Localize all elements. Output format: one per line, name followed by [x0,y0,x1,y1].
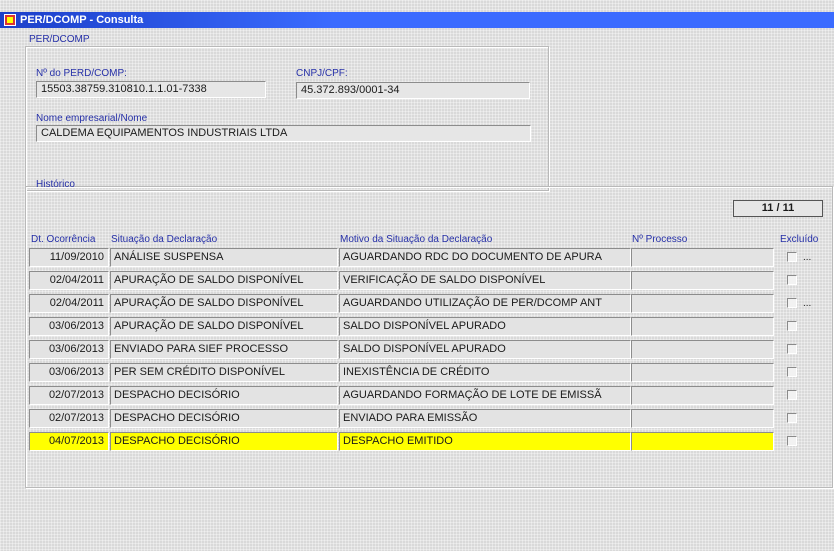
cell-processo[interactable] [631,409,774,428]
cell-situacao[interactable]: APURAÇÃO DE SALDO DISPONÍVEL [110,271,338,290]
cell-motivo[interactable]: AGUARDANDO RDC DO DOCUMENTO DE APURA [339,248,631,267]
cnpj-label: CNPJ/CPF: [296,68,348,79]
cell-motivo[interactable]: SALDO DISPONÍVEL APURADO [339,340,631,359]
cell-situacao[interactable]: APURAÇÃO DE SALDO DISPONÍVEL [110,294,338,313]
numero-field[interactable]: 15503.38759.310810.1.1.01-7338 [36,81,266,98]
nome-label: Nome empresarial/Nome [36,113,148,124]
cell-situacao[interactable]: DESPACHO DECISÓRIO [110,386,338,405]
excluido-checkbox[interactable] [787,413,797,423]
numero-label: Nº do PERD/COMP: [36,68,127,79]
cell-motivo[interactable]: DESPACHO EMITIDO [339,432,631,451]
cell-situacao[interactable]: ENVIADO PARA SIEF PROCESSO [110,340,338,359]
excluido-checkbox[interactable] [787,252,797,262]
cell-date[interactable]: 11/09/2010 [29,248,109,267]
nome-field[interactable]: CALDEMA EQUIPAMENTOS INDUSTRIAIS LTDA [36,125,531,142]
excluido-checkbox[interactable] [787,436,797,446]
cell-situacao[interactable]: ANÁLISE SUSPENSA [110,248,338,267]
header-processo: Nº Processo [632,234,688,245]
cell-date[interactable]: 02/04/2011 [29,294,109,313]
cell-date[interactable]: 02/07/2013 [29,409,109,428]
perdcomp-group-label: PER/DCOMP [29,34,90,45]
more-dots[interactable]: ... [803,253,811,263]
cell-processo[interactable] [631,432,774,451]
excluido-checkbox[interactable] [787,390,797,400]
cell-processo[interactable] [631,294,774,313]
cnpj-field[interactable]: 45.372.893/0001-34 [296,82,530,99]
cell-situacao[interactable]: APURAÇÃO DE SALDO DISPONÍVEL [110,317,338,336]
more-dots[interactable]: ... [803,299,811,309]
cell-date[interactable]: 02/04/2011 [29,271,109,290]
cell-processo[interactable] [631,340,774,359]
cell-date[interactable]: 03/06/2013 [29,340,109,359]
header-motivo: Motivo da Situação da Declaração [340,234,493,245]
cell-processo[interactable] [631,363,774,382]
header-situacao: Situação da Declaração [111,234,218,245]
title-bar: PER/DCOMP - Consulta [0,12,834,28]
cell-motivo[interactable]: SALDO DISPONÍVEL APURADO [339,317,631,336]
cell-motivo[interactable]: AGUARDANDO UTILIZAÇÃO DE PER/DCOMP ANT [339,294,631,313]
cell-processo[interactable] [631,271,774,290]
cell-motivo[interactable]: ENVIADO PARA EMISSÃO [339,409,631,428]
cell-date[interactable]: 03/06/2013 [29,317,109,336]
cell-motivo[interactable]: AGUARDANDO FORMAÇÃO DE LOTE DE EMISSÃ [339,386,631,405]
cell-date[interactable]: 02/07/2013 [29,386,109,405]
cell-situacao[interactable]: DESPACHO DECISÓRIO [110,432,338,451]
cell-processo[interactable] [631,386,774,405]
excluido-checkbox[interactable] [787,367,797,377]
cell-motivo[interactable]: VERIFICAÇÃO DE SALDO DISPONÍVEL [339,271,631,290]
consulta-window: PER/DCOMP - Consulta PER/DCOMP Nº do PER… [0,0,834,551]
cell-date[interactable]: 04/07/2013 [29,432,109,451]
excluido-checkbox[interactable] [787,275,797,285]
cell-processo[interactable] [631,248,774,267]
excluido-checkbox[interactable] [787,321,797,331]
header-excluido: Excluído [780,234,819,245]
cell-situacao[interactable]: DESPACHO DECISÓRIO [110,409,338,428]
cell-situacao[interactable]: PER SEM CRÉDITO DISPONÍVEL [110,363,338,382]
excluido-checkbox[interactable] [787,344,797,354]
app-icon [4,14,16,26]
excluido-checkbox[interactable] [787,298,797,308]
header-date: Dt. Ocorrência [31,234,96,245]
window-title: PER/DCOMP - Consulta [20,14,144,26]
cell-motivo[interactable]: INEXISTÊNCIA DE CRÉDITO [339,363,631,382]
cell-date[interactable]: 03/06/2013 [29,363,109,382]
historico-group-label: Histórico [36,179,75,190]
cell-processo[interactable] [631,317,774,336]
record-counter: 11 / 11 [733,200,823,217]
